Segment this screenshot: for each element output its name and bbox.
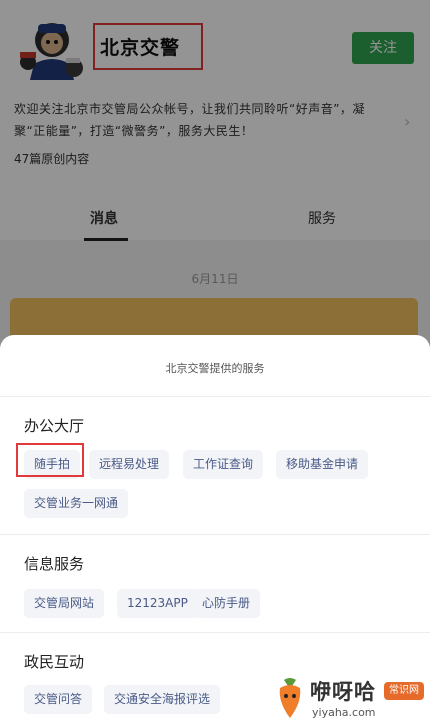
service-chip[interactable]: 工作证查询 — [183, 450, 264, 479]
divider — [0, 632, 430, 633]
section-title-public-interaction: 政民互动 — [24, 653, 85, 671]
site-watermark: 咿呀哈 常识网 yiyaha.com — [272, 672, 430, 724]
service-chip[interactable]: 12123APP — [117, 589, 198, 618]
service-chip[interactable]: 心防手册 — [192, 589, 261, 618]
divider — [0, 534, 430, 535]
selected-service-highlight — [16, 443, 84, 477]
section-title-info-services: 信息服务 — [24, 555, 85, 573]
sheet-title: 北京交警提供的服务 — [165, 362, 265, 375]
service-chip[interactable]: 交管业务一网通 — [24, 489, 129, 518]
carrot-logo-icon — [279, 678, 301, 718]
watermark-url: yiyaha.com — [312, 706, 376, 719]
service-chip[interactable]: 交管局网站 — [24, 589, 105, 618]
service-chip[interactable]: 交管问答 — [24, 685, 93, 714]
section-title-office-hall: 办公大厅 — [24, 417, 85, 435]
watermark-badge: 常识网 — [384, 682, 424, 700]
watermark-title: 咿呀哈 — [310, 680, 376, 704]
divider — [0, 396, 430, 397]
services-sheet: 北京交警提供的服务 办公大厅 随手拍 远程易处理 工作证查询 移助基金申请 交管… — [0, 335, 430, 724]
service-chip[interactable]: 移助基金申请 — [276, 450, 369, 479]
service-chip[interactable]: 远程易处理 — [89, 450, 170, 479]
service-chip[interactable]: 交通安全海报评选 — [104, 685, 221, 714]
